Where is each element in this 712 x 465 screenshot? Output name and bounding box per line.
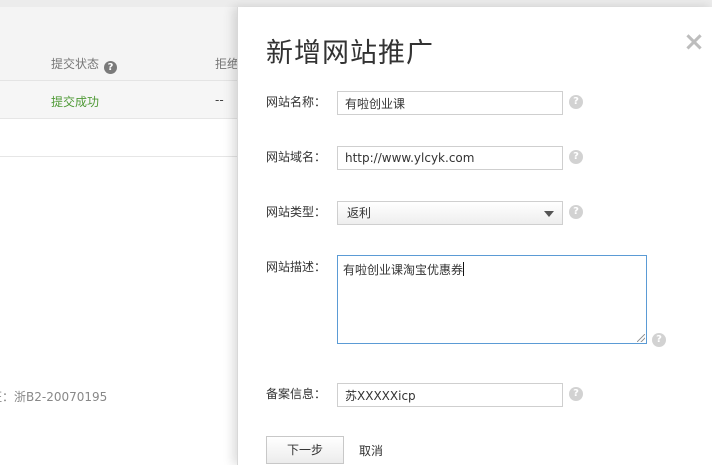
chevron-down-icon xyxy=(544,211,554,217)
row-status: 提交成功 xyxy=(51,95,100,109)
next-step-button[interactable]: 下一步 xyxy=(266,436,344,464)
site-desc-help-icon[interactable]: ? xyxy=(652,333,666,347)
drawer-title: 新增网站推广 xyxy=(266,38,434,69)
footer-license: 证：浙B2-20070195 xyxy=(0,388,236,405)
site-type-select[interactable]: 返利 xyxy=(337,201,563,225)
site-domain-help-icon[interactable]: ? xyxy=(569,150,583,164)
site-name-help-icon[interactable]: ? xyxy=(569,95,583,109)
text-caret xyxy=(463,262,465,276)
resize-grip-icon[interactable] xyxy=(637,334,645,342)
divider xyxy=(0,156,240,157)
site-desc-label: 网站描述： xyxy=(266,260,327,274)
column-submit-status: 提交状态? xyxy=(51,55,118,74)
column-reject: 拒绝 xyxy=(215,55,239,72)
site-type-help-icon[interactable]: ? xyxy=(569,205,583,219)
column-reject-label: 拒绝 xyxy=(215,57,240,71)
footer-license-text: 证：浙B2-20070195 xyxy=(0,390,108,404)
row-reject-reason: -- xyxy=(215,93,224,107)
column-submit-status-label: 提交状态 xyxy=(51,57,100,71)
site-domain-label: 网站域名： xyxy=(266,150,327,164)
site-name-input[interactable] xyxy=(337,91,563,115)
icp-label: 备案信息： xyxy=(266,387,327,401)
icp-input[interactable] xyxy=(337,383,563,407)
site-name-label: 网站名称： xyxy=(266,95,327,109)
add-site-drawer: 新增网站推广 × 网站名称： ? 网站域名： ? 网站类型： 返利 ? 网站描述… xyxy=(237,7,712,465)
site-type-label: 网站类型： xyxy=(266,205,327,219)
question-circle-icon[interactable]: ? xyxy=(104,61,118,74)
site-desc-textarea[interactable]: 有啦创业课淘宝优惠券 xyxy=(337,255,647,344)
top-strip xyxy=(0,0,712,7)
site-type-value: 返利 xyxy=(347,206,372,220)
icp-help-icon[interactable]: ? xyxy=(569,387,583,401)
cancel-link[interactable]: 取消 xyxy=(359,442,383,459)
site-desc-text: 有啦创业课淘宝优惠券 xyxy=(343,263,464,277)
site-domain-input[interactable] xyxy=(337,146,563,170)
close-icon[interactable]: × xyxy=(681,29,707,55)
